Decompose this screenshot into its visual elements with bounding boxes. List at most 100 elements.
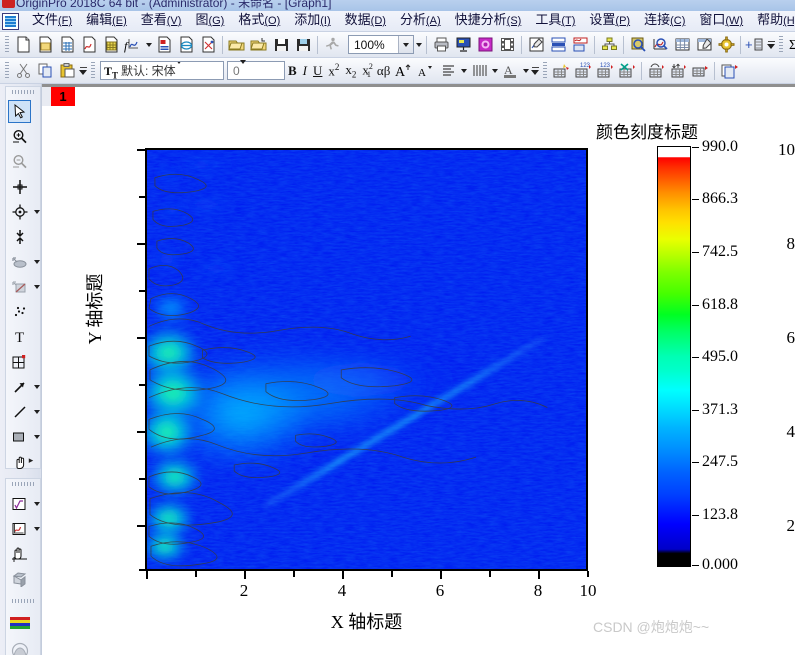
bold-icon[interactable]: B [285, 63, 300, 79]
3d-rotate-tool[interactable] [8, 567, 31, 590]
increase-font-icon[interactable]: A [393, 60, 415, 82]
app-gear-icon[interactable] [715, 34, 737, 56]
menu-item-4[interactable]: 图(G) [188, 10, 231, 32]
data-selector-tool[interactable] [8, 225, 31, 248]
sum-sigma-icon[interactable]: Σ [786, 34, 795, 56]
rectangle-tool[interactable] [8, 425, 31, 448]
insert-graph-tool[interactable] [8, 517, 31, 540]
menu-item-10[interactable]: 工具(T) [528, 10, 582, 32]
underline-icon[interactable]: U [310, 63, 325, 79]
save-template-icon[interactable] [292, 34, 314, 56]
zoom-extra-dropdown[interactable] [414, 34, 423, 56]
new-matrix-icon[interactable] [100, 34, 122, 56]
menu-item-3[interactable]: 查看(V) [134, 10, 189, 32]
regional-mask-tool[interactable] [8, 275, 31, 298]
table-x-icon[interactable] [616, 60, 638, 82]
y-axis-title[interactable]: Y 轴标题 [81, 249, 107, 369]
toolbar-grip[interactable] [5, 61, 9, 80]
menu-item-9[interactable]: 快捷分析(S) [448, 10, 529, 32]
toolbar-expand-icon[interactable]: ▸ [25, 454, 37, 466]
x-axis-title[interactable]: X 轴标题 [145, 608, 588, 634]
draw-data-dropdown[interactable] [32, 250, 41, 273]
pan-axis-tool[interactable] [8, 542, 31, 565]
new-notes-icon[interactable] [175, 34, 197, 56]
text-tool[interactable]: T [8, 325, 31, 348]
menu-item-6[interactable]: 添加(I) [287, 10, 337, 32]
scatter-tool[interactable] [8, 300, 31, 323]
font-name-combo[interactable]: TT 默认: 宋体 [100, 61, 224, 80]
toolbar-grip[interactable] [779, 35, 783, 54]
panel-grip-2[interactable] [12, 482, 34, 486]
colorbar[interactable] [657, 146, 691, 567]
toolbar-grip[interactable] [543, 61, 548, 80]
open-template-icon[interactable] [248, 34, 270, 56]
menu-item-8[interactable]: 分析(A) [393, 10, 448, 32]
equation-tool[interactable] [8, 492, 31, 515]
panel-grip-3[interactable] [12, 599, 34, 603]
gradient-fill-icon[interactable] [8, 639, 31, 655]
origin-app-icon[interactable] [2, 12, 19, 30]
table-123b-icon[interactable]: 123 [594, 60, 616, 82]
new-table-icon[interactable] [550, 60, 572, 82]
merge-graph-icon[interactable] [547, 34, 569, 56]
panel-grip[interactable] [12, 90, 34, 94]
zoom-out-tool[interactable] [8, 150, 31, 173]
equation-dropdown[interactable] [32, 492, 41, 515]
decrease-font-icon[interactable]: A [415, 60, 437, 82]
line-dropdown[interactable] [32, 400, 41, 423]
menu-item-5[interactable]: 格式(O) [231, 10, 287, 32]
table-insert-icon[interactable] [689, 60, 711, 82]
table-123-icon[interactable]: 123 [572, 60, 594, 82]
font-color-icon[interactable]: A [499, 60, 521, 82]
document-tab-1[interactable]: 1 [51, 87, 75, 106]
align-dropdown[interactable] [459, 60, 468, 82]
screen-reader-tool[interactable] [8, 175, 31, 198]
zoom-level-dropdown-icon[interactable] [398, 36, 413, 53]
hierarchy-icon[interactable] [598, 34, 620, 56]
copy-pages-icon[interactable] [718, 60, 740, 82]
draw-data-tool[interactable] [8, 250, 31, 273]
new-graph-icon[interactable] [78, 34, 100, 56]
contour-plot-area[interactable] [145, 148, 588, 571]
new-graph-layer-icon[interactable] [525, 34, 547, 56]
new-project-icon[interactable] [12, 34, 34, 56]
data-reader-icon[interactable] [649, 34, 671, 56]
font-name-dropdown-icon[interactable] [176, 64, 182, 78]
format-overflow-button[interactable] [78, 60, 88, 82]
toolbar-grip[interactable] [91, 61, 95, 80]
menu-item-11[interactable]: 设置(P) [582, 10, 637, 32]
new-excel-icon[interactable] [197, 34, 219, 56]
line-tool[interactable] [8, 400, 31, 423]
color-palette-icon[interactable] [8, 612, 31, 635]
font-size-combo[interactable]: 0 [227, 61, 285, 80]
new-function-plot-icon[interactable]: f [122, 34, 144, 56]
super-sub-icon[interactable]: x21 [359, 62, 374, 80]
toolbar-overflow-button[interactable] [766, 34, 776, 56]
colorbar-title[interactable]: 颜色刻度标题 [596, 118, 698, 143]
data-reader-tool[interactable] [8, 200, 31, 223]
presentation-icon[interactable] [452, 34, 474, 56]
zoom-level-combo[interactable]: 100% [348, 35, 414, 54]
greek-icon[interactable]: αβ [374, 63, 393, 79]
add-column-icon[interactable]: + [744, 34, 766, 56]
region-tool[interactable] [8, 350, 31, 373]
menu-item-12[interactable]: 连接(C) [637, 10, 692, 32]
font-size-dropdown-icon[interactable] [240, 64, 246, 78]
italic-icon[interactable]: I [300, 63, 310, 79]
new-function-plot-dropdown[interactable] [144, 34, 153, 56]
data-reader-dropdown[interactable] [32, 200, 41, 223]
table-sort-icon[interactable] [667, 60, 689, 82]
new-layout-icon[interactable] [153, 34, 175, 56]
toolbar-grip[interactable] [5, 35, 9, 54]
run-script-icon[interactable] [321, 34, 343, 56]
spreadsheet-icon[interactable] [671, 34, 693, 56]
arrow-tool[interactable] [8, 375, 31, 398]
align-icon[interactable] [437, 60, 459, 82]
insert-graph-dropdown[interactable] [32, 517, 41, 540]
pointer-tool[interactable] [8, 100, 31, 123]
menu-item-13[interactable]: 窗口(W) [692, 10, 750, 32]
save-project-icon[interactable] [270, 34, 292, 56]
line-spacing-dropdown[interactable] [490, 60, 499, 82]
image-export-icon[interactable] [474, 34, 496, 56]
zoom-region-icon[interactable] [627, 34, 649, 56]
